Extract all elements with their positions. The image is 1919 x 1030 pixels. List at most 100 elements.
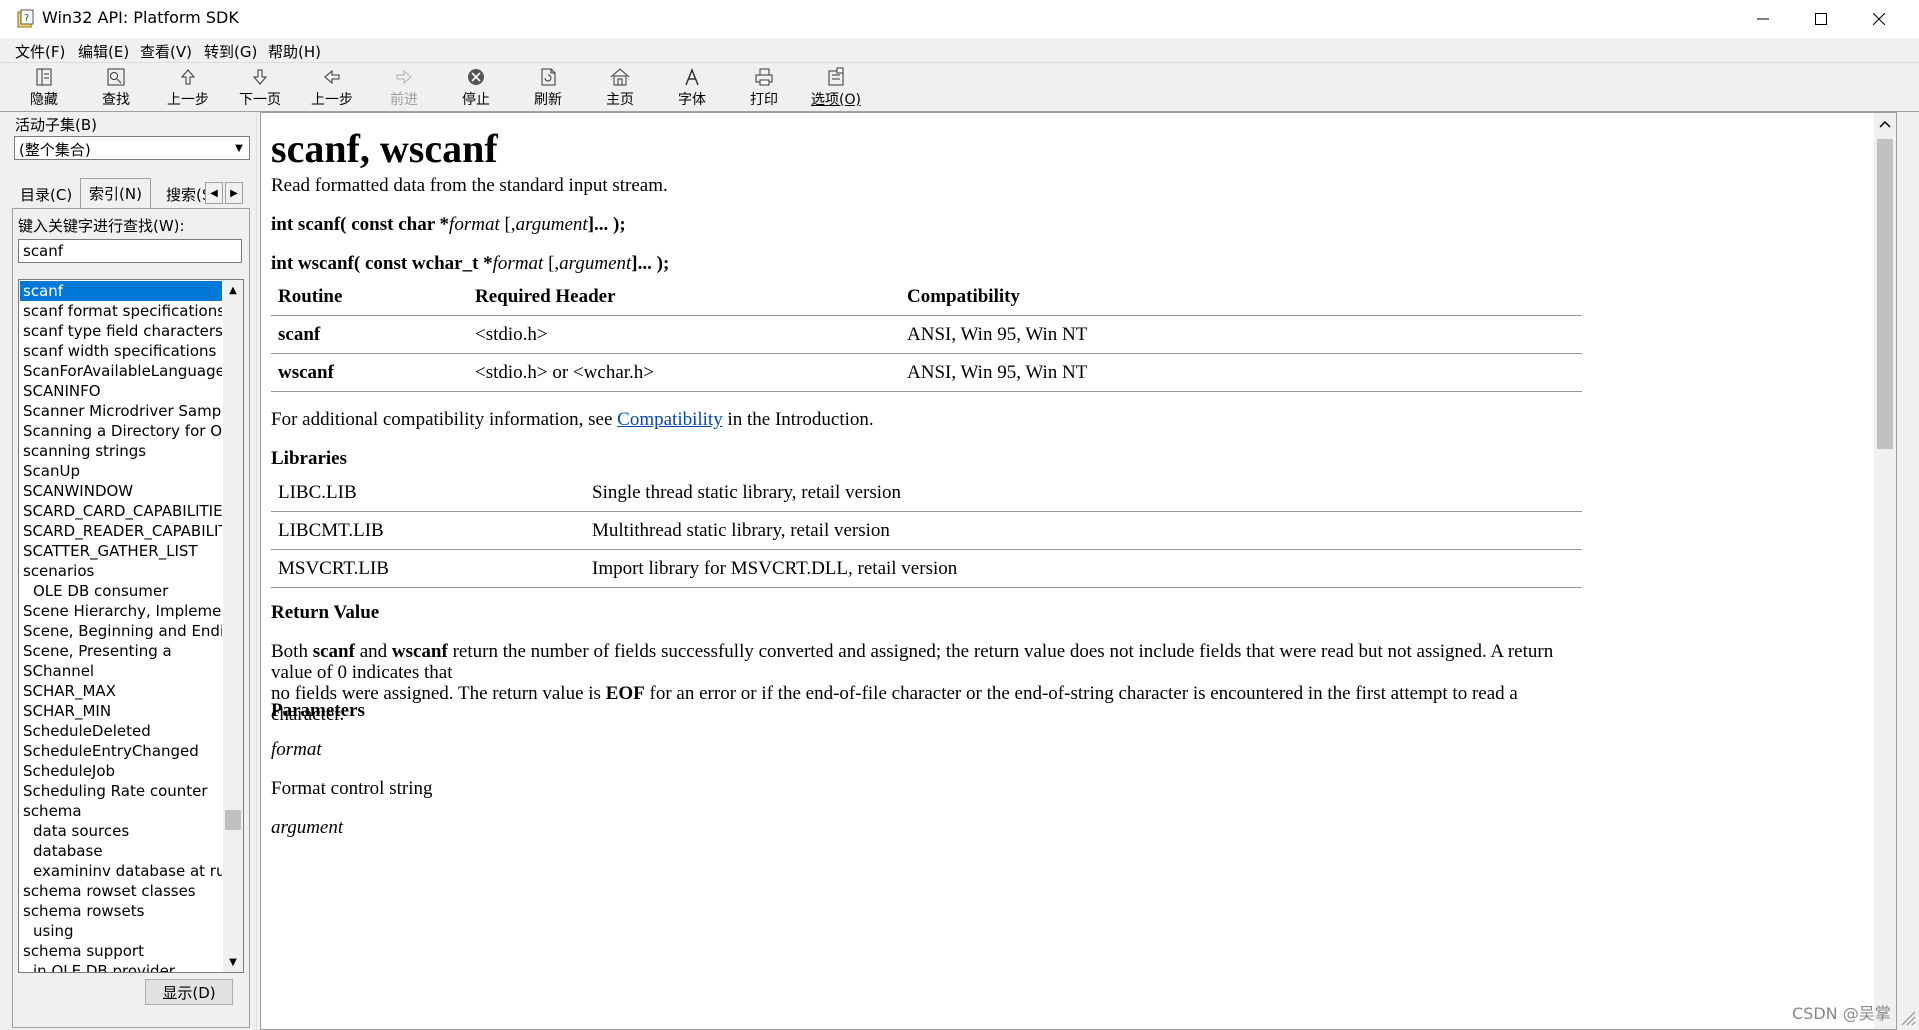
options-icon — [828, 67, 844, 86]
note-text: For additional compatibility information… — [271, 409, 618, 430]
resize-grip-icon[interactable] — [1898, 1008, 1916, 1026]
forward-button[interactable]: 前进 — [372, 65, 436, 109]
topic-document: scanf, wscanf Read formatted data from t… — [271, 113, 1871, 838]
toolbar: 隐藏 查找 上一步 下一页 上一步 前进 停止 刷新 主页 字体 打印 选项(O… — [0, 63, 1919, 112]
list-item[interactable]: ScheduleDeleted — [20, 721, 222, 741]
list-item[interactable]: data sources — [20, 821, 222, 841]
list-item[interactable]: scanf width specifications — [20, 341, 222, 361]
maximize-button[interactable] — [1792, 0, 1850, 38]
rv-text: return the number of fields successfully… — [271, 641, 1554, 683]
tab-index[interactable]: 索引(N) — [80, 178, 151, 208]
wscanf-signature: int wscanf( const wchar_t *format [,argu… — [271, 253, 669, 275]
list-item[interactable]: scanf — [20, 281, 222, 301]
menu-edit[interactable]: 编辑(E) — [78, 41, 129, 62]
list-item[interactable]: ScanUp — [20, 461, 222, 481]
refresh-button[interactable]: 刷新 — [516, 65, 580, 109]
close-icon — [1873, 13, 1885, 25]
stop-button[interactable]: 停止 — [444, 65, 508, 109]
list-item[interactable]: Scene, Presenting a — [20, 641, 222, 661]
hide-button[interactable]: 隐藏 — [12, 65, 76, 109]
close-button[interactable] — [1850, 0, 1908, 38]
rv-bold: EOF — [605, 683, 645, 704]
list-item[interactable]: schema rowsets — [20, 901, 222, 921]
list-item[interactable]: examininv database at run — [20, 861, 222, 881]
scroll-up-icon[interactable] — [1874, 113, 1896, 135]
up-arrow-icon — [180, 69, 196, 85]
index-list-scrollbar[interactable]: ▲ ▼ — [223, 280, 243, 972]
display-button[interactable]: 显示(D) — [145, 979, 233, 1005]
forward-arrow-icon — [396, 69, 412, 85]
list-item[interactable]: SCHAR_MIN — [20, 701, 222, 721]
refresh-label: 刷新 — [534, 92, 562, 108]
list-item[interactable]: SCANWINDOW — [20, 481, 222, 501]
minimize-button[interactable] — [1734, 0, 1792, 38]
list-item[interactable]: database — [20, 841, 222, 861]
note-text: in the Introduction. — [722, 409, 874, 430]
list-item[interactable]: scanf format specifications — [20, 301, 222, 321]
tab-scroll-left-icon[interactable]: ◀ — [205, 182, 223, 204]
return-value-text: Both scanf and wscanf return the number … — [271, 641, 1581, 725]
list-item[interactable]: SCATTER_GATHER_LIST — [20, 541, 222, 561]
active-subset-label: 活动子集(B) — [15, 116, 97, 134]
list-item[interactable]: SChannel — [20, 661, 222, 681]
scanf-signature: int scanf( const char *format [,argument… — [271, 214, 626, 236]
list-item[interactable]: in OLE DB provider — [20, 961, 222, 972]
list-item[interactable]: scanning strings — [20, 441, 222, 461]
home-button[interactable]: 主页 — [588, 65, 652, 109]
list-item[interactable]: OLE DB consumer — [20, 581, 222, 601]
list-item[interactable]: SCARD_CARD_CAPABILITIES — [20, 501, 222, 521]
list-item[interactable]: Scheduling Rate counter — [20, 781, 222, 801]
list-item[interactable]: using — [20, 921, 222, 941]
scroll-up-icon[interactable]: ▲ — [223, 280, 243, 300]
list-item[interactable]: ScheduleJob — [20, 761, 222, 781]
list-item[interactable]: scanf type field characters — [20, 321, 222, 341]
menu-goto[interactable]: 转到(G) — [204, 41, 257, 62]
list-item[interactable]: SCHAR_MAX — [20, 681, 222, 701]
menu-help[interactable]: 帮助(H) — [268, 41, 321, 62]
sig-param: argument — [559, 253, 632, 274]
print-button[interactable]: 打印 — [732, 65, 796, 109]
list-item[interactable]: SCANINFO — [20, 381, 222, 401]
list-item[interactable]: SCARD_READER_CAPABILITI — [20, 521, 222, 541]
help-book-icon: ? — [17, 9, 34, 28]
active-subset-dropdown[interactable]: (整个集合) ▼ — [14, 136, 250, 160]
find-icon — [107, 68, 125, 86]
scroll-thumb[interactable] — [225, 810, 241, 830]
next-page-button[interactable]: 下一页 — [228, 65, 292, 109]
list-item[interactable]: schema — [20, 801, 222, 821]
scroll-thumb[interactable] — [1877, 139, 1893, 449]
scroll-down-icon[interactable]: ▼ — [223, 952, 243, 972]
content-scrollbar[interactable] — [1874, 113, 1896, 1029]
list-item[interactable]: Scene, Beginning and Endir — [20, 621, 222, 641]
list-item[interactable]: Scanning a Directory for Ob — [20, 421, 222, 441]
forward-label: 前进 — [390, 92, 418, 108]
prev-topic-button[interactable]: 上一步 — [156, 65, 220, 109]
table-cell: ANSI, Win 95, Win NT — [900, 353, 1582, 392]
find-label: 查找 — [102, 92, 130, 108]
font-button[interactable]: 字体 — [660, 65, 724, 109]
back-button[interactable]: 上一步 — [300, 65, 364, 109]
table-cell: <stdio.h> or <wchar.h> — [468, 353, 900, 392]
list-item[interactable]: ScheduleEntryChanged — [20, 741, 222, 761]
maximize-icon — [1815, 13, 1827, 25]
list-item[interactable]: schema support — [20, 941, 222, 961]
index-listbox[interactable]: scanf scanf format specifications scanf ty… — [18, 279, 244, 973]
tab-contents[interactable]: 目录(C) — [12, 180, 80, 206]
list-item[interactable]: schema rowset classes — [20, 881, 222, 901]
prev-topic-label: 上一步 — [167, 92, 209, 108]
find-button[interactable]: 查找 — [84, 65, 148, 109]
table-cell: Multithread static library, retail versi… — [585, 511, 1582, 550]
list-item[interactable]: scenarios — [20, 561, 222, 581]
list-item[interactable]: Scanner Microdriver Sample — [20, 401, 222, 421]
stop-label: 停止 — [462, 92, 490, 108]
list-item[interactable]: ScanForAvailableLanguages — [20, 361, 222, 381]
tab-scroll-right-icon[interactable]: ▶ — [225, 182, 243, 204]
keyword-search-input[interactable] — [18, 239, 242, 263]
list-item[interactable]: Scene Hierarchy, Implemen — [20, 601, 222, 621]
chevron-down-icon[interactable]: ▼ — [229, 137, 249, 159]
menu-view[interactable]: 查看(V) — [140, 41, 192, 62]
options-button[interactable]: 选项(O) — [804, 65, 868, 109]
title-bar: ? Win32 API: Platform SDK — [0, 0, 1919, 38]
menu-file[interactable]: 文件(F) — [15, 41, 65, 62]
compatibility-link[interactable]: Compatibility — [617, 409, 723, 430]
